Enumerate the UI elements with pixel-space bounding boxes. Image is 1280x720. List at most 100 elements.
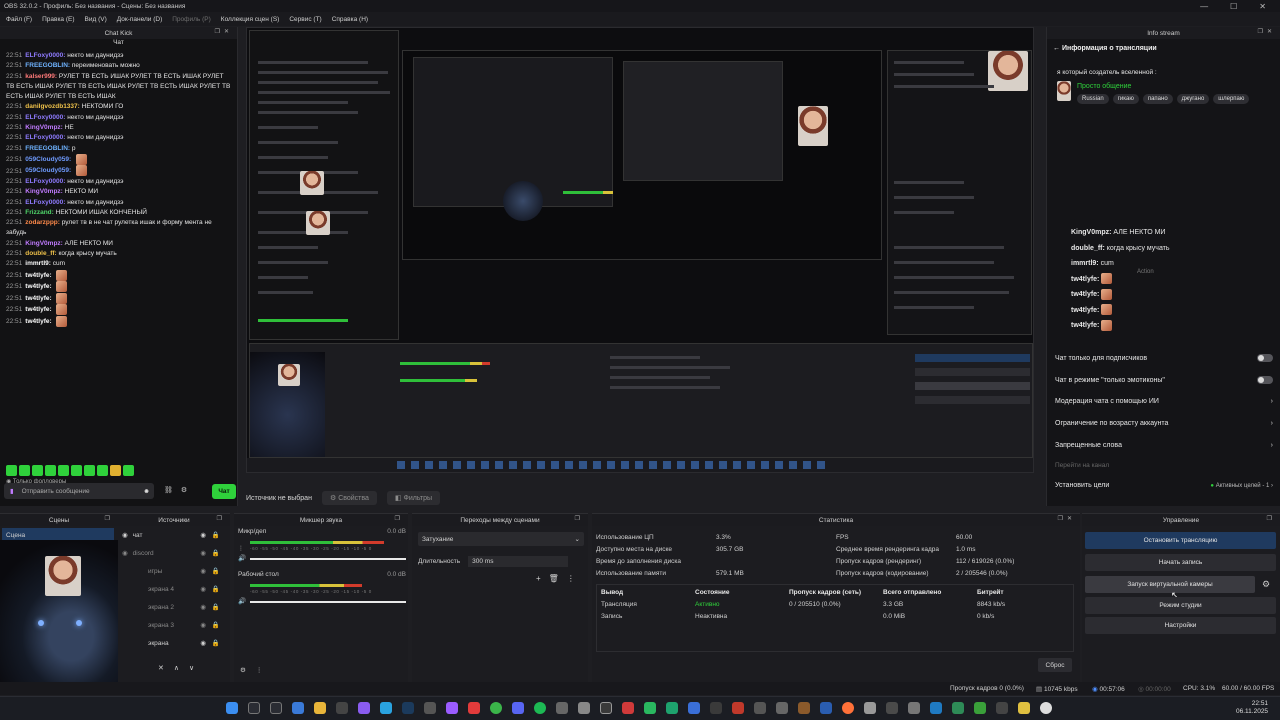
add-icon[interactable]: + [536, 574, 541, 583]
dock-controls-icon[interactable]: ❐ [1267, 515, 1276, 522]
app-icon[interactable] [666, 702, 678, 714]
eye-lock-icon[interactable]: ◉🔒 [200, 567, 226, 575]
search-icon[interactable] [248, 702, 260, 714]
app-icon[interactable] [732, 702, 744, 714]
setting-age-limit[interactable]: Ограничение по возрасту аккаунта › [1055, 420, 1273, 427]
chat-username[interactable]: ELFoxy0000: [25, 134, 65, 141]
chat-username[interactable]: tw4tlyfe: [25, 272, 51, 279]
eye-lock-icon[interactable]: ◉🔒 [200, 585, 226, 593]
emoji-icon[interactable]: ☻ [143, 488, 150, 495]
speaker-icon[interactable]: 🔊 [238, 554, 246, 562]
dock-controls-icon[interactable]: ❐✕ [1058, 515, 1076, 522]
system-clock[interactable]: 22:51 06.11.2025 [1236, 700, 1268, 716]
app-icon[interactable] [710, 702, 722, 714]
eye-lock-icon[interactable]: ◉🔒 [200, 531, 226, 539]
settings-gear-icon[interactable]: ⚙ [181, 486, 187, 494]
chat-username[interactable]: zodarzppp: [25, 219, 60, 226]
steam-icon[interactable] [402, 702, 414, 714]
menu-docks[interactable]: Док-панели (D) [117, 16, 162, 23]
chat-username[interactable]: tw4tlyfe: [25, 295, 51, 302]
app-icon[interactable] [336, 702, 348, 714]
spotify-icon[interactable] [534, 702, 546, 714]
emote-icon[interactable] [123, 465, 134, 476]
chat-username[interactable]: KingV0mpz: [25, 240, 63, 247]
app-icon[interactable] [424, 702, 436, 714]
app-icon[interactable] [600, 702, 612, 714]
transition-select[interactable]: Затухание ⌄ [418, 532, 584, 546]
maximize-icon[interactable]: ☐ [1230, 2, 1237, 11]
chat-username[interactable]: danilgvozdb1337: [25, 103, 80, 110]
firefox-icon[interactable] [842, 702, 854, 714]
dock-controls-icon[interactable]: ❐ [105, 515, 114, 522]
start-menu-icon[interactable] [226, 702, 238, 714]
chat-username[interactable]: ELFoxy0000: [25, 52, 65, 59]
source-item[interactable]: экрана ◉🔒 [148, 639, 228, 648]
stop-streaming-button[interactable]: Остановить трансляцию [1085, 532, 1276, 549]
mixer-settings-icon[interactable]: ⚙ [240, 666, 246, 674]
setting-goals[interactable]: Установить цели ● Активных целей - 1 › [1055, 482, 1273, 489]
menu-icon[interactable]: ⋮ [567, 574, 575, 583]
dock-controls-icon[interactable]: ❐✕ [1258, 28, 1276, 35]
eye-lock-icon[interactable]: ◉🔒 [200, 549, 226, 557]
emote-icon[interactable] [71, 465, 82, 476]
chat-message-input[interactable]: ▮ Отправить сообщение ☻ [4, 483, 154, 499]
chat-username[interactable]: double_ff: [25, 250, 56, 257]
chat-username[interactable]: immrtl9: [25, 260, 51, 267]
eye-lock-icon[interactable]: ◉🔒 [200, 603, 226, 611]
move-up-icon[interactable]: ∧ [174, 664, 179, 672]
subs-only-toggle[interactable] [1257, 354, 1273, 362]
stream-category[interactable]: Просто общение [1077, 83, 1131, 90]
emote-icon[interactable] [97, 465, 108, 476]
chat-username[interactable]: Frizzand: [25, 209, 54, 216]
app-icon[interactable] [798, 702, 810, 714]
app-icon[interactable] [908, 702, 920, 714]
chat-send-button[interactable]: Чат [212, 484, 236, 499]
emote-row[interactable] [6, 465, 134, 476]
channel-menu-icon[interactable]: ⋮ [238, 545, 244, 552]
filters-button[interactable]: ◧ Фильтры [386, 491, 441, 505]
duration-input[interactable]: 300 ms [468, 556, 569, 567]
setting-ai-moderation[interactable]: Модерация чата с помощью ИИ › [1055, 398, 1273, 405]
minimize-icon[interactable]: — [1200, 2, 1208, 11]
chat-message-list[interactable]: 22:51 ELFoxy0000: некто ми даунидзэ 22:51 F… [0, 50, 237, 328]
dock-controls-icon[interactable]: ❐ [575, 515, 584, 522]
app-icon[interactable] [1040, 702, 1052, 714]
emote-icon[interactable] [110, 465, 121, 476]
source-item[interactable]: экрана 3 ◉🔒 [148, 621, 228, 630]
emote-icon[interactable] [45, 465, 56, 476]
properties-button[interactable]: ⚙ Свойства [321, 491, 377, 505]
start-virtual-camera-button[interactable]: Запуск виртуальной камеры [1085, 576, 1255, 593]
eye-lock-icon[interactable]: ◉🔒 [200, 639, 226, 647]
source-item[interactable]: экрана 2 ◉🔒 [148, 603, 228, 612]
speaker-icon[interactable]: 🔊 [238, 597, 246, 605]
trash-icon[interactable]: 🗑 [549, 574, 559, 583]
app-icon[interactable] [622, 702, 634, 714]
emote-icon[interactable] [19, 465, 30, 476]
emote-icon[interactable] [32, 465, 43, 476]
chat-username[interactable]: FREEGOBLIN: [25, 145, 70, 152]
eye-lock-icon[interactable]: ◉🔒 [200, 621, 226, 629]
chat-username[interactable]: tw4tlyfe: [25, 283, 51, 290]
app-icon[interactable] [952, 702, 964, 714]
telegram-icon[interactable] [380, 702, 392, 714]
app-icon[interactable] [996, 702, 1008, 714]
menu-tools[interactable]: Сервис (T) [289, 16, 321, 23]
app-icon[interactable] [754, 702, 766, 714]
chat-username[interactable]: 059Cloudy059: [25, 156, 71, 163]
menu-edit[interactable]: Правка (E) [42, 16, 74, 23]
mixer-menu-icon[interactable]: ⋮ [256, 666, 263, 674]
move-down-icon[interactable]: ∨ [189, 664, 194, 672]
volume-slider[interactable] [250, 601, 406, 603]
app-icon[interactable] [1018, 702, 1030, 714]
chat-username[interactable]: kalser999: [25, 73, 57, 80]
back-arrow-icon[interactable]: ← [1053, 45, 1062, 52]
emote-icon[interactable] [6, 465, 17, 476]
setting-subs-only[interactable]: Чат только для подписчиков [1055, 354, 1273, 362]
app-icon[interactable] [776, 702, 788, 714]
source-item[interactable]: игры ◉🔒 [148, 567, 228, 576]
app-icon[interactable] [974, 702, 986, 714]
setting-emotes-only[interactable]: Чат в режиме "только эмотиконы" [1055, 376, 1273, 384]
menu-help[interactable]: Справка (H) [332, 16, 368, 23]
file-explorer-icon[interactable] [314, 702, 326, 714]
app-icon[interactable] [358, 702, 370, 714]
